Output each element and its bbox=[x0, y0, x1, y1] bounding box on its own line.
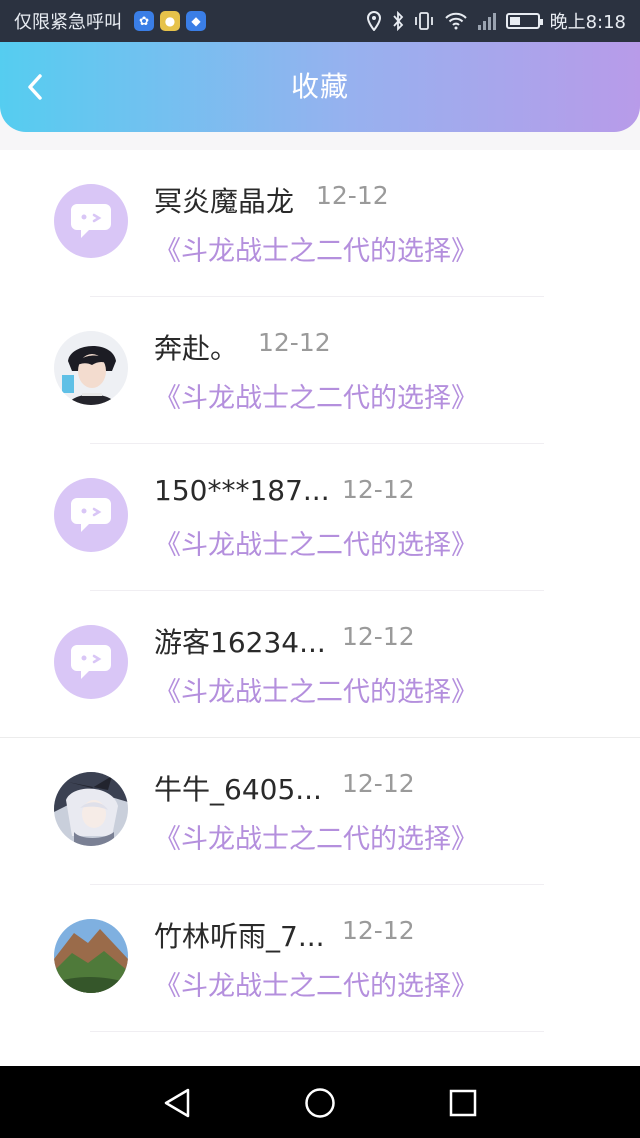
home-circle-icon[interactable] bbox=[303, 1086, 337, 1120]
page-title: 收藏 bbox=[290, 70, 349, 103]
avatar[interactable] bbox=[54, 184, 128, 258]
list-item[interactable]: 奔赴。 12-12 《斗龙战士之二代的选择》 bbox=[0, 297, 640, 444]
avatar-photo-image bbox=[54, 331, 128, 405]
avatar-photo-image bbox=[54, 919, 128, 993]
user-name[interactable]: 竹林听雨_7... bbox=[154, 915, 325, 955]
book-title-link[interactable]: 《斗龙战士之二代的选择》 bbox=[154, 523, 478, 562]
item-date: 12-12 bbox=[342, 622, 415, 651]
book-title-link[interactable]: 《斗龙战士之二代的选择》 bbox=[154, 817, 478, 856]
recents-square-icon[interactable] bbox=[446, 1086, 480, 1120]
clock-text: 晚上8:18 bbox=[549, 12, 626, 33]
user-name[interactable]: 奔赴。 bbox=[154, 327, 238, 367]
book-title-link[interactable]: 《斗龙战士之二代的选择》 bbox=[154, 376, 478, 415]
header-bar: 收藏 bbox=[0, 42, 640, 132]
avatar[interactable] bbox=[54, 331, 128, 405]
favorites-list: 冥炎魔晶龙 12-12 《斗龙战士之二代的选择》 奔赴。 12-12 《斗龙战士… bbox=[0, 150, 640, 1066]
book-title-link[interactable]: 《斗龙战士之二代的选择》 bbox=[154, 670, 478, 709]
carrier-text: 仅限紧急呼叫 bbox=[14, 12, 122, 33]
list-item[interactable]: 150***187... 12-12 《斗龙战士之二代的选择》 bbox=[0, 444, 640, 591]
divider bbox=[90, 1031, 544, 1032]
wechat-app-icon: ● bbox=[160, 11, 180, 31]
battery-icon bbox=[505, 13, 543, 29]
item-date: 12-12 bbox=[316, 181, 389, 210]
back-triangle-icon[interactable] bbox=[160, 1086, 194, 1120]
baidu-app-icon: ✿ bbox=[134, 11, 154, 31]
location-icon bbox=[366, 11, 381, 31]
chat-bubble-icon bbox=[71, 645, 111, 679]
user-name[interactable]: 游客16234... bbox=[154, 621, 326, 661]
avatar[interactable] bbox=[54, 772, 128, 846]
list-item[interactable]: 游客16234... 12-12 《斗龙战士之二代的选择》 bbox=[0, 591, 640, 738]
item-date: 12-12 bbox=[258, 328, 331, 357]
security-app-icon: ◆ bbox=[186, 11, 206, 31]
item-date: 12-12 bbox=[342, 769, 415, 798]
book-title-link[interactable]: 《斗龙战士之二代的选择》 bbox=[154, 229, 478, 268]
user-name[interactable]: 冥炎魔晶龙 bbox=[154, 180, 294, 220]
book-title-link[interactable]: 《斗龙战士之二代的选择》 bbox=[154, 964, 478, 1003]
item-date: 12-12 bbox=[342, 475, 415, 504]
user-name[interactable]: 150***187... bbox=[154, 474, 330, 507]
avatar-photo-image bbox=[54, 772, 128, 846]
bluetooth-icon bbox=[392, 11, 403, 31]
user-name[interactable]: 牛牛_6405... bbox=[154, 768, 322, 808]
status-bar: 仅限紧急呼叫 ✿ ● ◆ 晚上8:18 bbox=[0, 0, 640, 42]
avatar[interactable] bbox=[54, 478, 128, 552]
vibrate-icon bbox=[414, 12, 433, 30]
avatar[interactable] bbox=[54, 625, 128, 699]
system-nav-bar bbox=[0, 1066, 640, 1138]
chat-bubble-icon bbox=[71, 204, 111, 238]
chat-bubble-icon bbox=[71, 498, 111, 532]
signal-icon bbox=[477, 12, 496, 30]
avatar[interactable] bbox=[54, 919, 128, 993]
item-date: 12-12 bbox=[342, 916, 415, 945]
wifi-icon bbox=[444, 12, 467, 30]
list-item[interactable]: 牛牛_6405... 12-12 《斗龙战士之二代的选择》 bbox=[0, 738, 640, 885]
list-item[interactable]: 冥炎魔晶龙 12-12 《斗龙战士之二代的选择》 bbox=[0, 150, 640, 297]
list-item[interactable]: 竹林听雨_7... 12-12 《斗龙战士之二代的选择》 bbox=[0, 885, 640, 1032]
